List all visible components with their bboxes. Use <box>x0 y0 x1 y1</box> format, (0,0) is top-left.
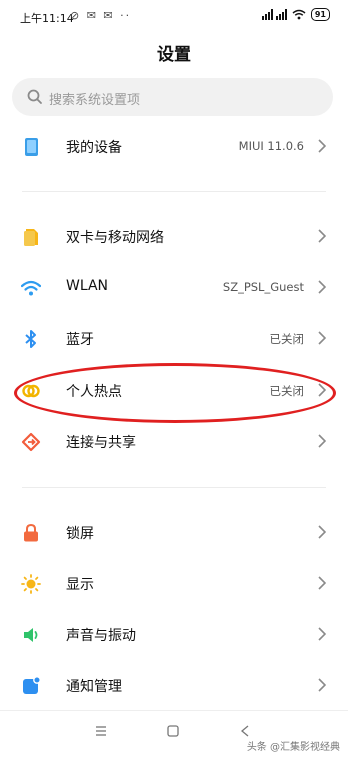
settings-item-label: 连接与共享 <box>66 435 136 451</box>
device-icon <box>25 138 38 156</box>
search-placeholder: 搜索系统设置项 <box>49 93 141 108</box>
lock-icon <box>24 523 38 542</box>
settings-item-label: 我的设备 <box>66 140 122 156</box>
battery-indicator: 91 <box>310 8 330 21</box>
watermark-text: 头条 @汇集影视经典 <box>246 742 340 753</box>
settings-item-hotspot[interactable]: 个人热点 已关闭 <box>0 366 348 416</box>
settings-item-wlan[interactable]: WLAN SZ_PSL_Guest <box>0 263 348 313</box>
search-input[interactable]: 搜索系统设置项 <box>12 78 333 116</box>
back-nav-icon[interactable] <box>240 725 250 737</box>
page-title: 设置 <box>157 45 191 65</box>
chevron-right-icon <box>318 383 326 397</box>
chevron-right-icon <box>318 678 326 692</box>
settings-item-lock-screen[interactable]: 锁屏 <box>0 508 348 558</box>
settings-item-value: 已关闭 <box>269 384 305 398</box>
settings-item-value: 已关闭 <box>269 332 305 346</box>
settings-item-notifications[interactable]: 通知管理 <box>0 661 348 711</box>
chevron-right-icon <box>318 229 326 243</box>
settings-item-label: WLAN <box>66 278 109 294</box>
settings-item-label: 蓝牙 <box>66 332 94 348</box>
chevron-right-icon <box>318 331 326 345</box>
signal-icon <box>261 9 287 20</box>
settings-item-value: SZ_PSL_Guest <box>222 280 304 294</box>
settings-item-sound[interactable]: 声音与振动 <box>0 610 348 660</box>
chevron-right-icon <box>318 525 326 539</box>
wifi-icon <box>21 280 41 296</box>
section-divider <box>22 487 326 488</box>
status-right: 91 <box>261 8 330 21</box>
settings-item-label: 锁屏 <box>66 526 94 542</box>
settings-item-display[interactable]: 显示 <box>0 559 348 609</box>
settings-item-label: 显示 <box>66 577 94 593</box>
settings-item-label: 声音与振动 <box>66 628 136 644</box>
chevron-right-icon <box>318 139 326 153</box>
settings-item-value: MIUI 11.0.6 <box>238 139 304 153</box>
bluetooth-icon <box>25 330 36 348</box>
chevron-right-icon <box>318 280 326 294</box>
settings-item-label: 双卡与移动网络 <box>66 230 164 246</box>
chevron-right-icon <box>318 434 326 448</box>
status-time: 上午11:14 <box>20 12 74 25</box>
sim-card-icon <box>24 229 38 246</box>
status-bar: 上午11:14 ⊘ ✉ ✉ ·· 91 <box>0 0 348 34</box>
section-divider <box>22 191 326 192</box>
hotspot-icon <box>22 384 40 398</box>
settings-item-bluetooth[interactable]: 蓝牙 已关闭 <box>0 314 348 364</box>
share-icon <box>21 432 41 452</box>
notification-icon <box>23 676 41 694</box>
search-icon <box>27 89 42 104</box>
sun-icon <box>21 574 41 594</box>
settings-item-label: 个人热点 <box>66 384 122 400</box>
settings-item-my-device[interactable]: 我的设备 MIUI 11.0.6 <box>0 122 348 172</box>
settings-item-label: 通知管理 <box>66 679 122 695</box>
chevron-right-icon <box>318 576 326 590</box>
home-nav-icon[interactable] <box>167 725 179 737</box>
settings-item-connection-sharing[interactable]: 连接与共享 <box>0 417 348 467</box>
wifi-status-icon <box>292 9 306 20</box>
speaker-icon <box>24 628 38 642</box>
settings-item-dual-sim[interactable]: 双卡与移动网络 <box>0 212 348 262</box>
chevron-right-icon <box>318 627 326 641</box>
notification-indicator-icons: ⊘ ✉ ✉ ·· <box>70 9 132 22</box>
menu-nav-icon[interactable] <box>95 725 107 737</box>
